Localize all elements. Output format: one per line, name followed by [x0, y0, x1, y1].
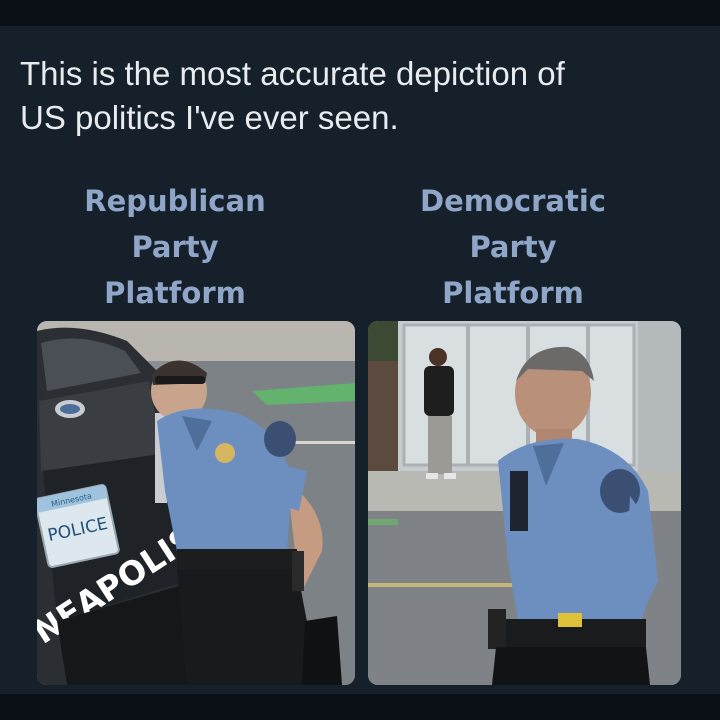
left-caption: Republican Party Platform [80, 178, 270, 316]
meme-post: This is the most accurate depiction of U… [0, 0, 720, 720]
right-caption-line-2: Party [469, 230, 557, 264]
headline-line-2: US politics I've ever seen. [20, 99, 399, 136]
right-caption: Democratic Party Platform [418, 178, 608, 316]
left-caption-line-3: Platform [104, 276, 246, 310]
right-photo [368, 321, 681, 685]
bottom-border [0, 694, 720, 720]
right-caption-line-3: Platform [442, 276, 584, 310]
post-headline: This is the most accurate depiction of U… [20, 52, 710, 140]
right-caption-line-1: Democratic [420, 184, 606, 218]
headline-line-1: This is the most accurate depiction of [20, 55, 565, 92]
left-photo: Minnesota POLICE NEAPOLIS [37, 321, 355, 685]
left-caption-line-2: Party [131, 230, 219, 264]
top-border [0, 0, 720, 26]
left-caption-line-1: Republican [84, 184, 266, 218]
